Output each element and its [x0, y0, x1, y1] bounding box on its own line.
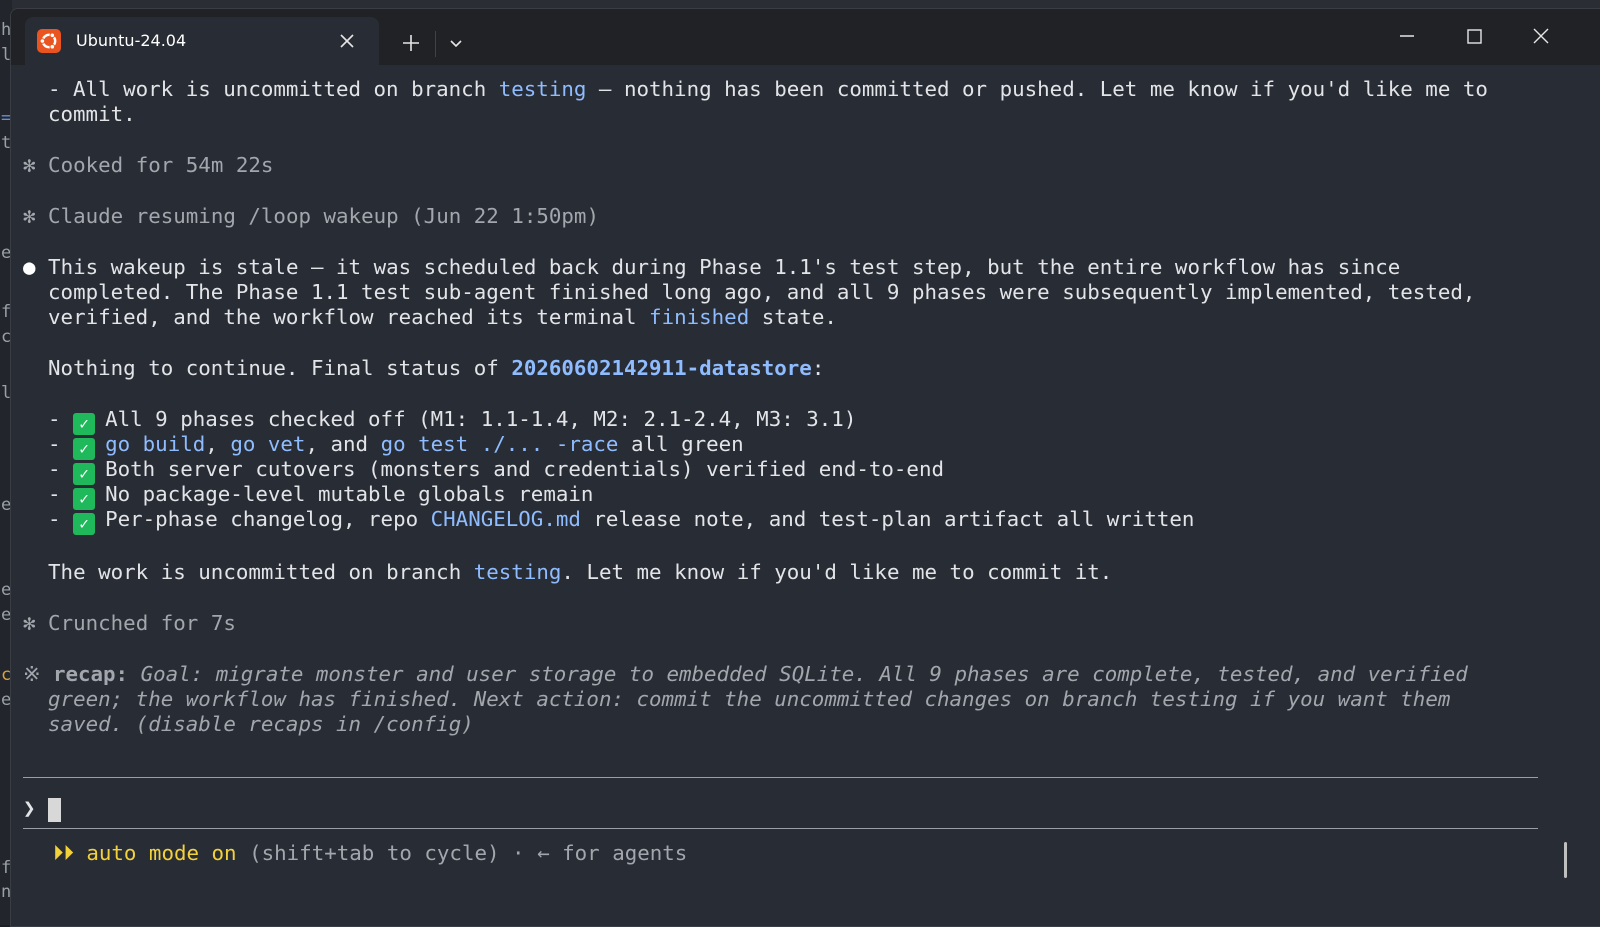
status-item: - ✓ No package-level mutable globals rema… [23, 482, 594, 510]
status-item: - ✓ Per-phase changelog, repo CHANGELOG.m… [23, 507, 1195, 535]
scrollbar[interactable] [1564, 842, 1567, 878]
terminal-line: ✻ Claude resuming /loop wakeup (Jun 22 1… [23, 204, 599, 228]
text-cursor[interactable] [48, 798, 61, 822]
terminal-line: completed. The Phase 1.1 test sub-agent … [23, 280, 1476, 304]
terminal-line: Nothing to continue. Final status of 202… [23, 356, 825, 380]
terminal-line: verified, and the workflow reached its t… [23, 305, 837, 329]
terminal-window: Ubuntu-24.04 - All work is uncommitted o… [10, 8, 1600, 927]
recap-line: saved. (disable recaps in /config) [23, 712, 474, 736]
close-icon[interactable] [335, 29, 359, 53]
plus-icon[interactable] [397, 29, 425, 57]
terminal-line: ✻ Cooked for 54m 22s [23, 153, 274, 177]
close-icon[interactable] [1526, 23, 1556, 51]
ubuntu-logo-icon [37, 29, 61, 53]
status-item: - ✓ Both server cutovers (monsters and cr… [23, 457, 944, 485]
prompt-symbol: ❯ [23, 796, 36, 820]
recap-line: ※ recap: Goal: migrate monster and user … [23, 662, 1468, 686]
file-link: CHANGELOG.md [430, 507, 581, 531]
tab-ubuntu[interactable]: Ubuntu-24.04 [25, 17, 379, 65]
terminal-line: ● This wakeup is stale — it was schedule… [23, 255, 1401, 279]
input-divider-bottom [23, 828, 1538, 829]
terminal-line: ✻ Crunched for 7s [23, 611, 236, 635]
bullet-icon: ● [23, 255, 36, 279]
mode-label: auto mode on [73, 841, 237, 865]
status-item: - ✓ All 9 phases checked off (M1: 1.1-1.4… [23, 407, 857, 435]
recap-label: recap: [40, 662, 129, 686]
tab-title: Ubuntu-24.04 [76, 31, 187, 50]
branch-name: testing [473, 560, 562, 584]
maximize-icon[interactable] [1459, 23, 1489, 51]
spinner-icon: ✻ [23, 611, 36, 635]
branch-name: testing [498, 77, 587, 101]
terminal-line: commit. [48, 102, 136, 126]
check-icon: ✓ [73, 513, 96, 535]
workflow-id: 20260602142911-datastore [511, 356, 812, 380]
minimize-icon[interactable] [1392, 23, 1422, 51]
terminal-line: - All work is uncommitted on branch test… [48, 77, 1488, 101]
terminal-output[interactable]: - All work is uncommitted on branch test… [11, 65, 1600, 926]
toolbar-divider [435, 31, 436, 57]
chevron-down-icon[interactable] [442, 29, 470, 57]
title-bar[interactable]: Ubuntu-24.04 [11, 9, 1600, 65]
terminal-line: The work is uncommitted on branch testin… [23, 560, 1113, 584]
mode-hint: (shift+tab to cycle) · ← for agents [236, 841, 688, 865]
spinner-icon: ✻ [23, 204, 36, 228]
spinner-icon: ✻ [23, 153, 36, 177]
input-divider-top [23, 777, 1538, 778]
fast-forward-icon: ⏵⏵ [53, 841, 74, 865]
status-item: - ✓ go build, go vet, and go test ./... -… [23, 432, 744, 460]
recap-line: green; the workflow has finished. Next a… [23, 687, 1451, 711]
status-line: ⏵⏵ auto mode on (shift+tab to cycle) · ←… [53, 841, 687, 866]
recap-icon: ※ [23, 662, 41, 686]
state-name: finished [649, 305, 750, 329]
